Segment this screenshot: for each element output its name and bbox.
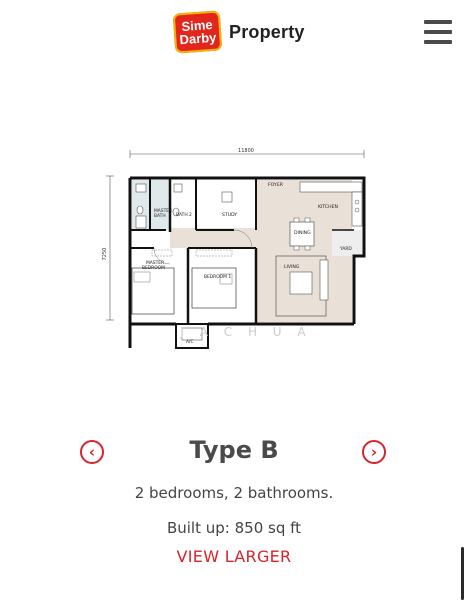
unit-rooms-text: 2 bedrooms, 2 bathrooms. [134, 484, 334, 502]
logo-badge: Sime Darby [172, 10, 223, 54]
label-kitchen: KITCHEN [318, 204, 338, 210]
dimension-width: 11800 [238, 148, 254, 154]
scrollbar[interactable] [461, 547, 464, 600]
hamburger-icon[interactable] [424, 20, 452, 44]
label-master-bath-2: BATH [154, 213, 166, 219]
dimension-height: 7250 [102, 248, 108, 261]
floor-plan-image[interactable]: 11800 7250 MASTER BATH BATH 2 STUDY FOYE… [96, 144, 376, 354]
label-bath2: BATH 2 [176, 212, 192, 218]
label-living: LIVING [284, 264, 300, 270]
sime-darby-property-logo[interactable]: Sime Darby Property [172, 10, 305, 54]
label-master-bedroom: MASTER BEDROOM [142, 260, 165, 271]
label-yard: YARD [339, 246, 352, 252]
watermark: J A C H U A [179, 325, 311, 339]
label-study: STUDY [222, 212, 237, 218]
label-master-bedroom-2: BEDROOM [142, 265, 165, 271]
view-larger-link[interactable]: VIEW LARGER [0, 547, 468, 566]
logo-wordmark: Property [229, 21, 305, 42]
label-foyer: FOYER [268, 182, 284, 188]
site-header: Sime Darby Property [0, 0, 468, 68]
label-dining: DINING [294, 230, 311, 236]
logo-line-2: Darby [179, 29, 217, 48]
label-ac: A/C [186, 339, 194, 345]
unit-built-up-text: Built up: 850 sq ft [166, 519, 302, 537]
label-bedroom1: BEDROOM 1 [204, 274, 231, 280]
unit-type-title: Type B [189, 436, 279, 464]
